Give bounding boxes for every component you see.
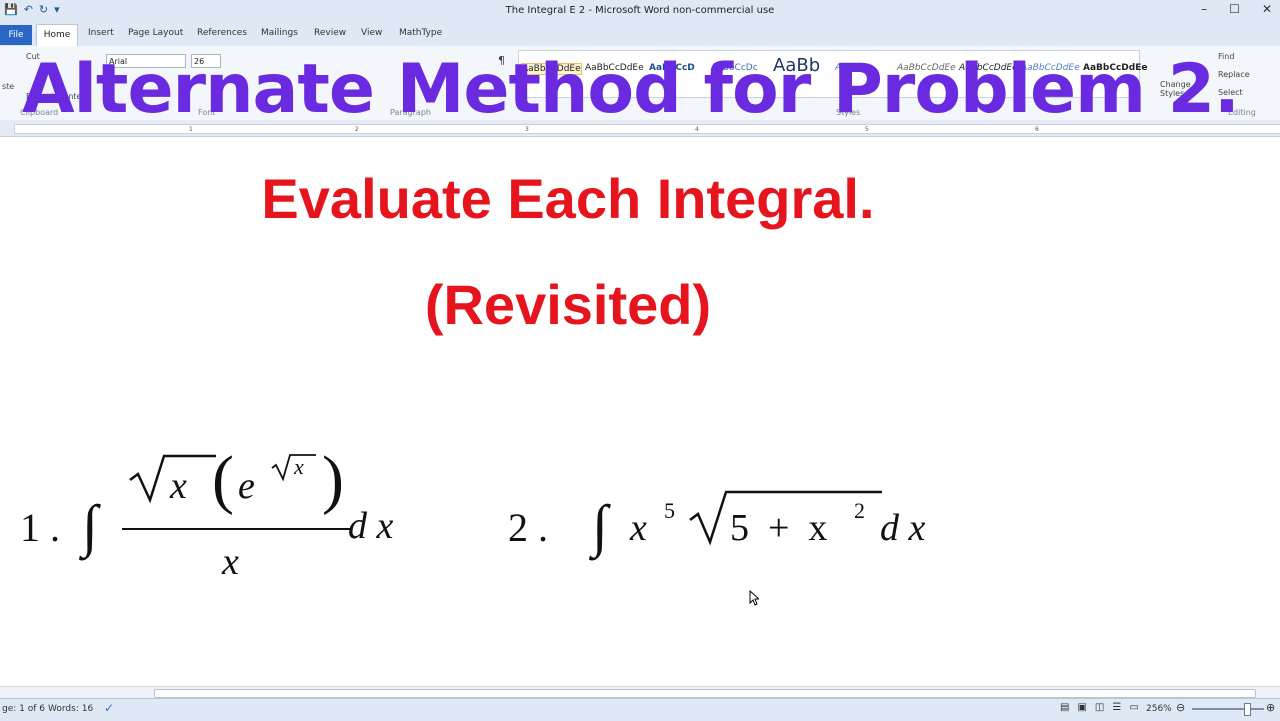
problem-2-dx: d x bbox=[880, 507, 926, 549]
tab-home[interactable]: Home bbox=[36, 24, 78, 47]
problem-1-sqrt-x: x bbox=[170, 465, 187, 507]
web-layout-view-icon[interactable]: ◫ bbox=[1095, 702, 1104, 713]
document-subheading: (Revisited) bbox=[424, 273, 712, 336]
overlay-title: Alternate Method for Problem 2. bbox=[22, 50, 1240, 129]
scrollbar-thumb[interactable] bbox=[154, 689, 1256, 698]
ribbon-tabs: File Home Insert Page Layout References … bbox=[0, 24, 1280, 47]
page-indicator[interactable]: ge: 1 of 6 bbox=[2, 704, 45, 714]
zoom-level[interactable]: 256% bbox=[1146, 704, 1172, 714]
tab-insert[interactable]: Insert bbox=[88, 28, 114, 38]
problem-1-denominator: x bbox=[222, 541, 239, 583]
window-controls: – ☐ ✕ bbox=[1201, 2, 1272, 16]
problem-1-close-paren: ) bbox=[322, 443, 344, 516]
problem-1-exponent-x: x bbox=[294, 454, 304, 479]
problem-2-exponent-5: 5 bbox=[664, 498, 675, 523]
problem-2-number: 2 . bbox=[508, 505, 548, 550]
problem-2-exponent-2: 2 bbox=[854, 498, 865, 523]
zoom-out-icon[interactable]: ⊖ bbox=[1176, 701, 1185, 714]
zoom-in-icon[interactable]: ⊕ bbox=[1266, 701, 1275, 714]
window-title: The Integral E 2 - Microsoft Word non-co… bbox=[505, 5, 775, 16]
tab-references[interactable]: References bbox=[197, 28, 247, 38]
tab-file[interactable]: File bbox=[0, 25, 32, 45]
draft-view-icon[interactable]: ▭ bbox=[1129, 702, 1138, 713]
problem-1-integral-sign: ∫ bbox=[82, 493, 98, 558]
title-bar: 💾 ↶ ↻ ▾ The Integral E 2 - Microsoft Wor… bbox=[0, 0, 1280, 25]
problem-1-number: 1 . bbox=[20, 505, 60, 550]
print-layout-view-icon[interactable]: ▤ bbox=[1060, 702, 1069, 713]
minimize-icon[interactable]: – bbox=[1201, 2, 1207, 16]
view-buttons: ▤ ▣ ◫ ☰ ▭ bbox=[1060, 702, 1139, 713]
close-icon[interactable]: ✕ bbox=[1262, 2, 1272, 16]
proofing-icon[interactable]: ✓ bbox=[104, 701, 114, 715]
problem-2-x: x bbox=[630, 507, 647, 549]
mouse-cursor-icon bbox=[749, 590, 759, 606]
word-count[interactable]: Words: 16 bbox=[48, 704, 93, 714]
problem-1-fraction-bar bbox=[122, 528, 350, 530]
problem-1-dx: d x bbox=[348, 505, 394, 547]
problem-2-radicand: 5 + x bbox=[730, 507, 828, 549]
maximize-icon[interactable]: ☐ bbox=[1229, 2, 1240, 16]
tab-view[interactable]: View bbox=[361, 28, 382, 38]
tab-mailings[interactable]: Mailings bbox=[261, 28, 298, 38]
zoom-slider[interactable] bbox=[1192, 708, 1264, 710]
zoom-slider-thumb[interactable] bbox=[1244, 703, 1251, 716]
outline-view-icon[interactable]: ☰ bbox=[1112, 702, 1121, 713]
full-screen-view-icon[interactable]: ▣ bbox=[1077, 702, 1086, 713]
problem-1-open-paren: ( bbox=[212, 443, 234, 516]
problem-2-integral-sign: ∫ bbox=[592, 493, 608, 558]
tab-page-layout[interactable]: Page Layout bbox=[128, 28, 183, 38]
problem-1-e: e bbox=[238, 465, 255, 507]
status-bar: ge: 1 of 6 Words: 16 ✓ ▤ ▣ ◫ ☰ ▭ 256% ⊖ … bbox=[0, 698, 1280, 721]
tab-mathtype[interactable]: MathType bbox=[399, 28, 442, 38]
document-heading: Evaluate Each Integral. bbox=[261, 167, 875, 230]
tab-review[interactable]: Review bbox=[314, 28, 346, 38]
paste-button[interactable]: ste bbox=[2, 82, 14, 91]
